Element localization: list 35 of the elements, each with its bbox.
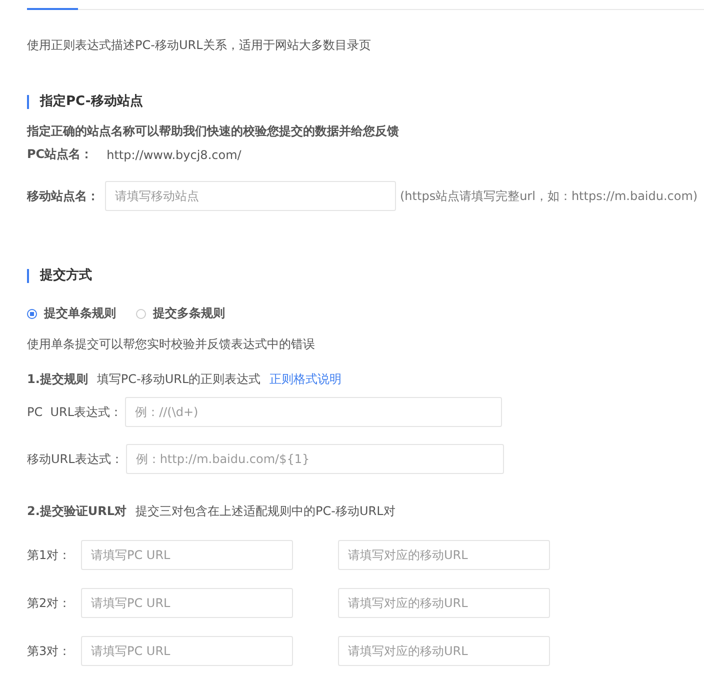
field-label: 第3对：	[27, 642, 72, 660]
note-text: 使用单条提交可以帮您实时校验并反馈表达式中的错误	[27, 336, 316, 353]
option-label: 提交多条规则	[153, 305, 225, 322]
field-label: 移动URL表达式：	[27, 450, 123, 468]
input-field[interactable]: 请填写PC URL	[81, 636, 293, 666]
option-label: 提交单条规则	[44, 305, 116, 322]
field-label: 第2对：	[27, 594, 72, 612]
active-tab-indicator	[27, 8, 78, 10]
input-field[interactable]: 例：//(\d+)	[125, 397, 502, 427]
radio-button[interactable]	[27, 308, 37, 318]
input-field[interactable]: 请填写对应的移动URL	[338, 540, 550, 570]
step-title: 2.提交验证URL对	[27, 503, 127, 520]
section-heading: 指定PC-移动站点	[27, 95, 704, 109]
field-label: PC站点名：	[27, 146, 93, 163]
radio-option[interactable]: 提交多条规则	[136, 305, 225, 322]
description-text: 使用正则表达式描述PC-移动URL关系，适用于网站大多数目录页	[27, 37, 372, 54]
radio-option[interactable]: 提交单条规则	[27, 305, 116, 322]
step-description: 提交三对包含在上述适配规则中的PC-移动URL对	[136, 503, 396, 520]
field-label: PC URL表达式：	[27, 404, 122, 420]
note-text: 指定正确的站点名称可以帮助我们快速的校验您提交的数据并给您反馈	[27, 123, 400, 140]
section-heading: 提交方式	[27, 269, 704, 283]
input-field[interactable]: 请填写对应的移动URL	[338, 588, 550, 618]
input-field[interactable]: 请填写对应的移动URL	[338, 636, 550, 666]
input-field[interactable]: 请填写移动站点	[105, 181, 396, 211]
step-title: 1.提交规则	[27, 371, 88, 388]
field-label: 第1对：	[27, 546, 72, 564]
input-field[interactable]: 例：http://m.baidu.com/${1}	[126, 444, 504, 474]
input-field[interactable]: 请填写PC URL	[81, 588, 293, 618]
field-label: 移动站点名：	[27, 188, 99, 204]
step-description: 填写PC-移动URL的正则表达式	[96, 371, 261, 388]
input-field[interactable]: 请填写PC URL	[81, 540, 293, 570]
hint-text: (https站点请填写完整url，如：https://m.baidu.com)	[400, 188, 698, 204]
radio-button[interactable]	[136, 308, 146, 318]
format-help-link[interactable]: 正则格式说明	[270, 371, 342, 388]
field-value: http://www.bycj8.com/	[106, 148, 242, 162]
